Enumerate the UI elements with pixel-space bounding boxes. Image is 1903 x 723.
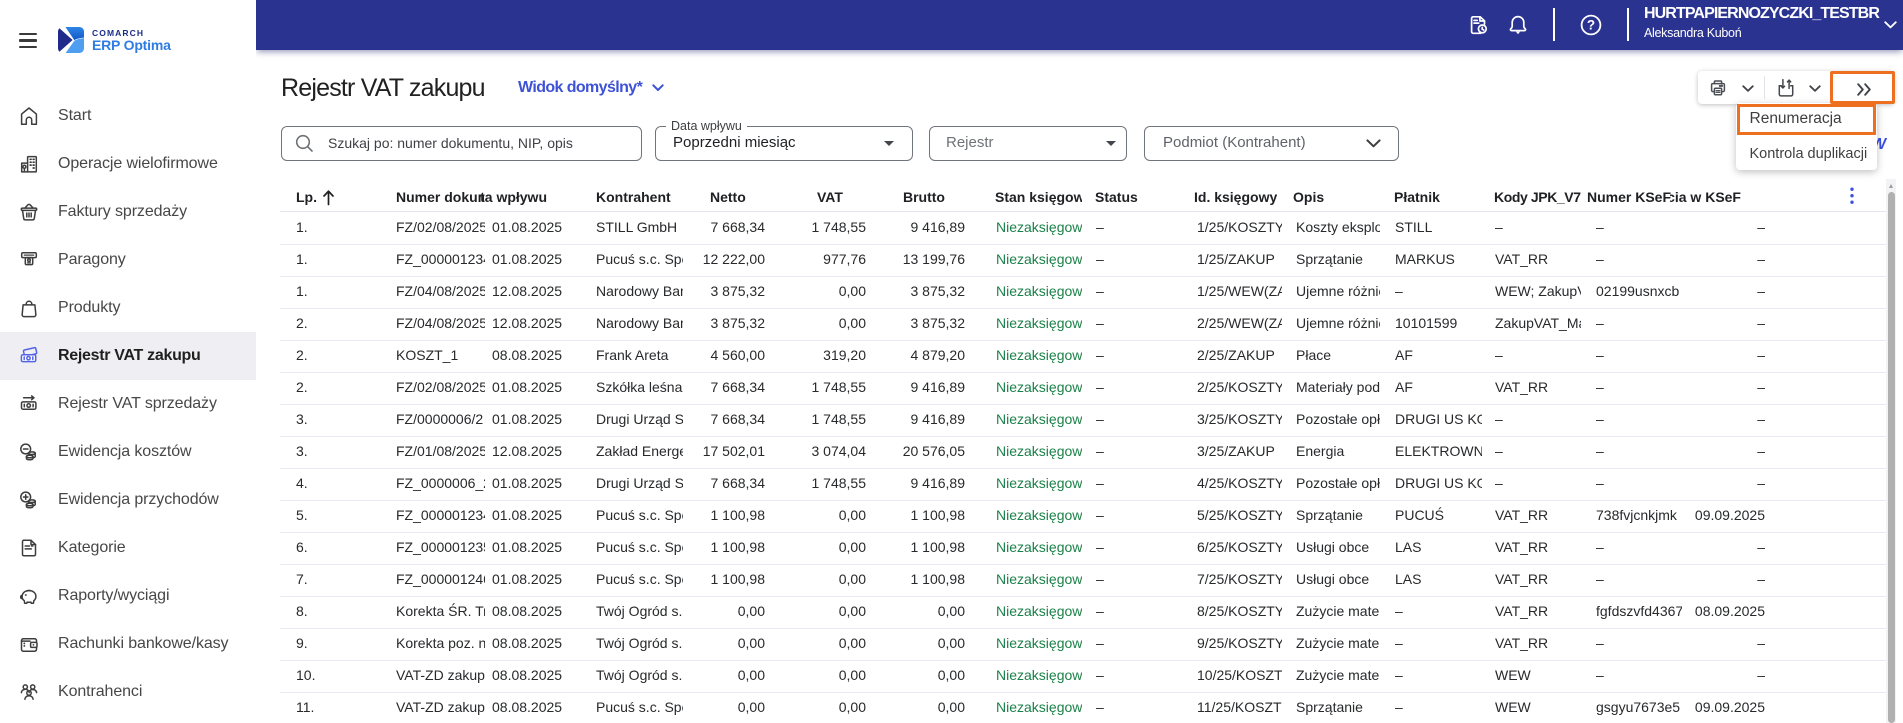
- svg-text:?: ?: [1587, 17, 1595, 32]
